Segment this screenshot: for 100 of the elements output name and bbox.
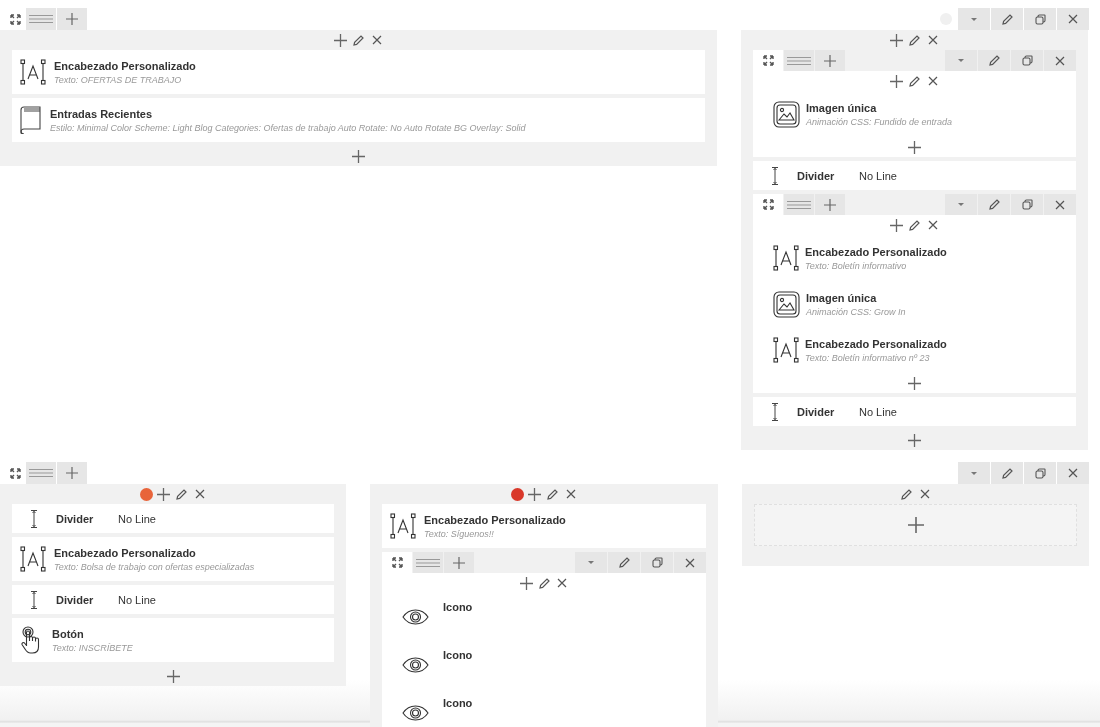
pencil-icon <box>618 557 630 568</box>
add-button[interactable] <box>907 433 922 447</box>
close-icon <box>1055 55 1065 66</box>
edit-button[interactable] <box>537 576 551 590</box>
icon-element[interactable]: Icono <box>382 641 706 689</box>
edit-button[interactable] <box>608 552 640 573</box>
plus-icon <box>908 140 921 154</box>
edit-button[interactable] <box>978 50 1010 71</box>
lines-icon <box>787 56 811 65</box>
duplicate-button[interactable] <box>641 552 673 573</box>
icon-element[interactable]: Icono <box>382 593 706 641</box>
add-button[interactable] <box>889 218 904 232</box>
add-button[interactable] <box>166 669 180 683</box>
close-icon <box>194 489 205 499</box>
content-element[interactable]: Imagen única Animación CSS: Grow In <box>753 281 1076 327</box>
divider-element[interactable]: Divider No Line <box>12 585 334 614</box>
edit-button[interactable] <box>899 487 914 501</box>
content-element[interactable]: Encabezado Personalizado Texto: Boletín informativo nº 23 <box>753 327 1076 373</box>
add-button[interactable] <box>527 487 542 501</box>
delete-button[interactable] <box>555 576 569 590</box>
content-element[interactable]: Encabezado Personalizado Texto: Boletín informativo <box>753 235 1076 281</box>
divider-icon <box>31 509 37 528</box>
close-icon <box>919 489 930 499</box>
edit-button[interactable] <box>545 487 560 501</box>
content-element[interactable]: Imagen única Animación CSS: Fundido de entrada <box>753 91 1076 137</box>
element-title: Imagen única <box>806 291 878 304</box>
expand-button[interactable] <box>753 50 783 71</box>
plus-icon <box>334 33 347 47</box>
plus-icon <box>908 376 921 390</box>
caret-icon <box>588 561 594 564</box>
edit-button[interactable] <box>907 218 922 232</box>
element-title: Encabezado Personalizado <box>54 546 197 559</box>
divider-element[interactable]: Divider No Line <box>753 161 1076 190</box>
edit-button[interactable] <box>978 194 1010 215</box>
icon-element[interactable]: Icono <box>382 689 706 727</box>
pencil-icon <box>901 488 912 500</box>
expand-button[interactable] <box>382 552 412 573</box>
add-button[interactable] <box>889 74 904 88</box>
pencil-icon <box>909 34 920 46</box>
plus-icon <box>890 218 903 232</box>
edit-button[interactable] <box>991 8 1023 30</box>
duplicate-button[interactable] <box>1011 50 1043 71</box>
add-button[interactable] <box>889 33 904 47</box>
edit-button[interactable] <box>174 487 189 501</box>
image-icon <box>773 100 800 128</box>
expand-button[interactable] <box>753 194 783 215</box>
delete-button[interactable] <box>1044 50 1076 71</box>
plus-icon <box>528 487 541 501</box>
lines-icon <box>416 558 440 567</box>
copy-icon <box>651 557 663 568</box>
add-button[interactable] <box>333 33 348 47</box>
divider-element[interactable]: Divider No Line <box>753 397 1076 426</box>
duplicate-button[interactable] <box>1011 194 1043 215</box>
edit-button[interactable] <box>991 462 1023 484</box>
add-button[interactable] <box>519 576 533 590</box>
text-frame-icon <box>773 337 799 363</box>
edit-button[interactable] <box>907 33 922 47</box>
add-button[interactable] <box>907 376 922 390</box>
element-description: Animación CSS: Fundido de entrada <box>806 116 953 127</box>
close-icon <box>371 35 382 45</box>
element-title: Icono <box>443 697 473 709</box>
element-value: No Line <box>859 169 897 182</box>
copy-icon <box>1021 55 1033 66</box>
delete-button[interactable] <box>1057 462 1089 484</box>
element-title: Encabezado Personalizado <box>805 337 947 350</box>
element-value: No Line <box>859 405 897 418</box>
expand-icon <box>9 467 21 479</box>
element-title: Divider <box>56 512 95 525</box>
divider-icon <box>31 590 37 609</box>
delete-button[interactable] <box>1044 194 1076 215</box>
edit-button[interactable] <box>907 74 922 88</box>
add-button[interactable] <box>907 140 922 154</box>
element-title: Icono <box>443 601 473 613</box>
close-icon <box>1055 199 1065 210</box>
lines-icon <box>787 200 811 209</box>
element-title: Divider <box>56 593 95 606</box>
element-description: Texto: Síguenos!! <box>424 528 495 539</box>
content-element[interactable]: Botón Texto: INSCRÍBETE <box>12 618 334 662</box>
close-icon <box>557 578 567 588</box>
element-description: Texto: Bolsa de trabajo con ofertas especializadas <box>54 561 255 572</box>
caret-icon <box>971 17 977 21</box>
divider-element[interactable]: Divider No Line <box>12 504 334 533</box>
delete-button[interactable] <box>1057 8 1089 30</box>
pencil-icon <box>547 488 558 500</box>
plus-icon <box>157 487 170 501</box>
element-description: Texto: OFERTAS DE TRABAJO <box>54 74 183 85</box>
expand-icon <box>391 557 403 568</box>
delete-button[interactable] <box>674 552 706 573</box>
content-element[interactable]: Entradas Recientes Estilo: Minimal Color Scheme: Light Blog Categories: Ofertas de trabajo Auto Rotate: No Auto Rotate BG Overlay: Solid <box>12 98 705 142</box>
eye-icon <box>402 705 429 721</box>
edit-button[interactable] <box>351 33 366 47</box>
element-title: Encabezado Personalizado <box>424 513 566 526</box>
caret-icon <box>958 203 964 206</box>
pencil-icon <box>909 75 920 87</box>
pencil-icon <box>1001 467 1013 479</box>
content-element[interactable]: Encabezado Personalizado Texto: OFERTAS DE TRABAJO <box>12 50 705 94</box>
add-button[interactable] <box>351 149 366 163</box>
content-element[interactable]: Encabezado Personalizado Texto: Bolsa de trabajo con ofertas especializadas <box>12 537 334 581</box>
add-button[interactable] <box>156 487 171 501</box>
content-element[interactable]: Encabezado Personalizado Texto: Síguenos!! <box>382 504 706 548</box>
